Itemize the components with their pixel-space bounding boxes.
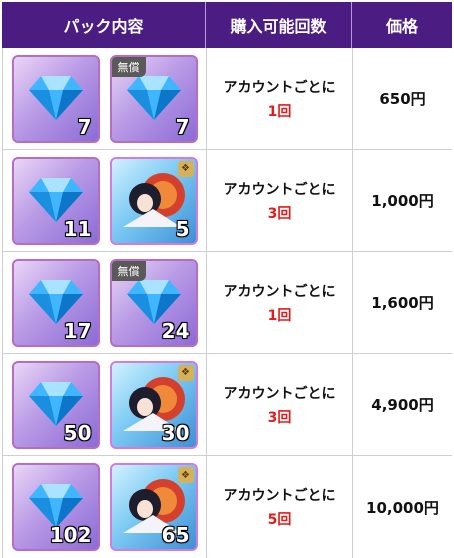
price-cell: 1,600円	[352, 252, 452, 353]
item-tile: 無償 24	[109, 258, 198, 347]
item-tile: 102	[11, 463, 100, 551]
limit-count: 3回	[267, 409, 292, 426]
limit-text: アカウントごとに	[223, 488, 336, 504]
item-count: 11	[63, 216, 92, 241]
frame-icon: ❖	[177, 364, 194, 381]
diamond-icon	[126, 75, 181, 120]
table-row: 102 ❖ 65 アカウントごとに 5回 10,000円	[2, 456, 452, 558]
table-row: 11 ❖ 5 アカウントごとに 3回 1,000円	[2, 150, 452, 252]
item-count: 30	[161, 420, 190, 445]
frame-icon: ❖	[177, 467, 194, 483]
item-tile: ❖ 30	[109, 360, 198, 449]
item-count: 7	[175, 114, 190, 139]
pack-contents-cell: 102 ❖ 65	[2, 456, 206, 558]
header-purchase-limit: 購入可能回数	[206, 2, 352, 48]
diamond-icon	[28, 75, 83, 120]
item-tile: ❖ 65	[109, 463, 198, 551]
table-header: パック内容 購入可能回数 価格	[2, 2, 452, 48]
item-count: 24	[161, 318, 190, 343]
price-value: 650円	[379, 90, 426, 108]
table-row: 17 無償 24 アカウントごとに 1回 1,600円	[2, 252, 452, 354]
price-value: 4,900円	[371, 396, 434, 414]
price-value: 1,000円	[371, 192, 434, 210]
limit-text: アカウントごとに	[223, 181, 336, 198]
item-tile: 無償 7	[109, 54, 198, 143]
limit-count: 5回	[267, 512, 292, 528]
limit-text: アカウントごとに	[223, 385, 336, 402]
item-count: 7	[77, 114, 92, 139]
purchase-limit-cell: アカウントごとに 1回	[206, 48, 352, 149]
price-cell: 650円	[352, 48, 452, 149]
table-row: 50 ❖ 30 アカウントごとに 3回 4,900円	[2, 354, 452, 456]
price-cell: 10,000円	[352, 456, 452, 558]
price-value: 1,600円	[371, 294, 434, 312]
pack-contents-cell: 17 無償 24	[2, 252, 206, 353]
item-count: 17	[63, 318, 92, 343]
item-tile: 11	[11, 156, 100, 245]
pack-contents-cell: 7 無償 7	[2, 48, 206, 149]
pack-table: パック内容 購入可能回数 価格 7 無償 7 アカウントごとに 1回 650円	[2, 2, 452, 558]
table-row: 7 無償 7 アカウントごとに 1回 650円	[2, 48, 452, 150]
item-count: 50	[63, 420, 92, 445]
frame-icon: ❖	[177, 160, 194, 177]
pack-contents-cell: 11 ❖ 5	[2, 150, 206, 251]
item-tile: 50	[11, 360, 100, 449]
pack-contents-cell: 50 ❖ 30	[2, 354, 206, 455]
header-price: 価格	[385, 17, 418, 36]
header-pack-contents: パック内容	[2, 2, 206, 48]
item-count: 102	[49, 523, 92, 547]
purchase-limit-cell: アカウントごとに 5回	[206, 456, 352, 558]
purchase-limit-cell: アカウントごとに 3回	[206, 354, 352, 455]
item-count: 5	[175, 216, 190, 241]
limit-count: 3回	[267, 205, 292, 222]
item-tile: ❖ 5	[109, 156, 198, 245]
limit-text: アカウントごとに	[223, 283, 336, 300]
item-tile: 17	[11, 258, 100, 347]
free-badge: 無償	[111, 260, 146, 281]
free-badge: 無償	[111, 56, 146, 77]
price-cell: 1,000円	[352, 150, 452, 251]
item-count: 65	[161, 523, 190, 547]
price-value: 10,000円	[366, 498, 439, 517]
item-tile: 7	[11, 54, 100, 143]
limit-count: 1回	[267, 307, 292, 324]
price-cell: 4,900円	[352, 354, 452, 455]
purchase-limit-cell: アカウントごとに 3回	[206, 150, 352, 251]
limit-count: 1回	[267, 103, 292, 120]
purchase-limit-cell: アカウントごとに 1回	[206, 252, 352, 353]
limit-text: アカウントごとに	[223, 79, 336, 96]
